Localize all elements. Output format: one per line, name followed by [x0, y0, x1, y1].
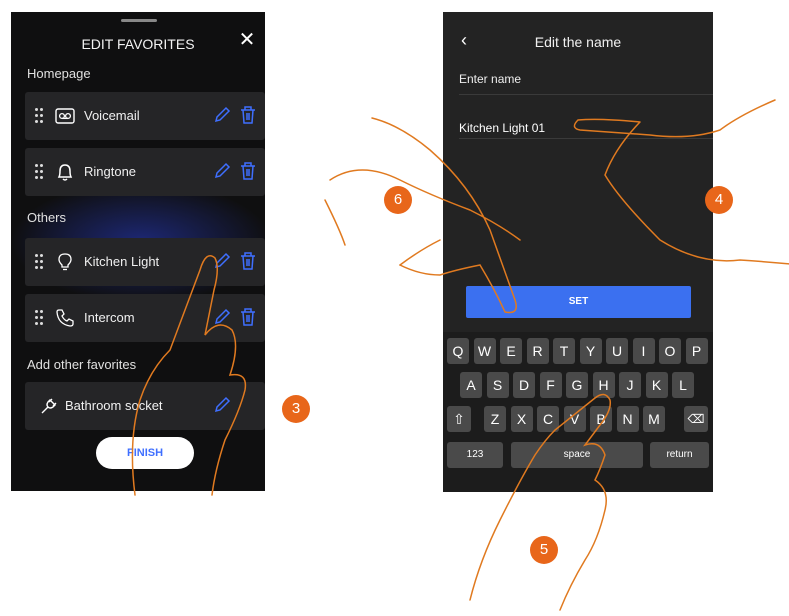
step-badge-4: 4 — [705, 186, 733, 214]
step-badge-5: 5 — [530, 536, 558, 564]
hand-illustrations — [131, 99, 789, 611]
hand-line — [469, 393, 612, 611]
step-badge-3: 3 — [282, 395, 310, 423]
hand-line — [324, 199, 441, 266]
hand-line — [573, 99, 789, 265]
hand-line — [329, 117, 521, 314]
step-badge-6: 6 — [384, 186, 412, 214]
hand-line — [131, 255, 247, 496]
